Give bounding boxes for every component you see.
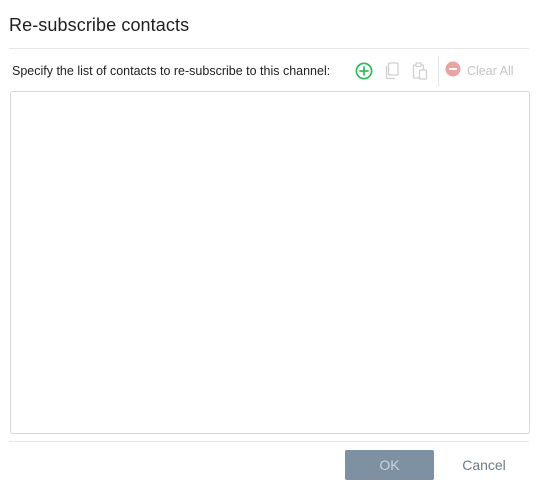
header-divider xyxy=(9,48,529,49)
resubscribe-dialog: Re-subscribe contacts Specify the list o… xyxy=(0,0,538,492)
dialog-title: Re-subscribe contacts xyxy=(9,15,190,35)
paste-icon xyxy=(412,62,428,80)
contacts-toolbar: Clear All xyxy=(350,56,514,86)
toolbar-separator xyxy=(438,56,439,86)
paste-button[interactable] xyxy=(406,58,434,84)
copy-icon xyxy=(384,62,400,80)
plus-circle-icon xyxy=(355,62,373,80)
clear-all-button[interactable]: Clear All xyxy=(445,61,514,82)
contacts-list[interactable] xyxy=(10,91,530,434)
instruction-text: Specify the list of contacts to re-subsc… xyxy=(12,64,331,78)
clear-all-label: Clear All xyxy=(467,64,514,78)
cancel-button[interactable]: Cancel xyxy=(447,450,521,480)
minus-circle-icon xyxy=(445,61,461,82)
footer-divider xyxy=(9,441,529,442)
copy-button[interactable] xyxy=(378,58,406,84)
add-contact-button[interactable] xyxy=(350,58,378,84)
ok-button[interactable]: OK xyxy=(345,450,434,480)
